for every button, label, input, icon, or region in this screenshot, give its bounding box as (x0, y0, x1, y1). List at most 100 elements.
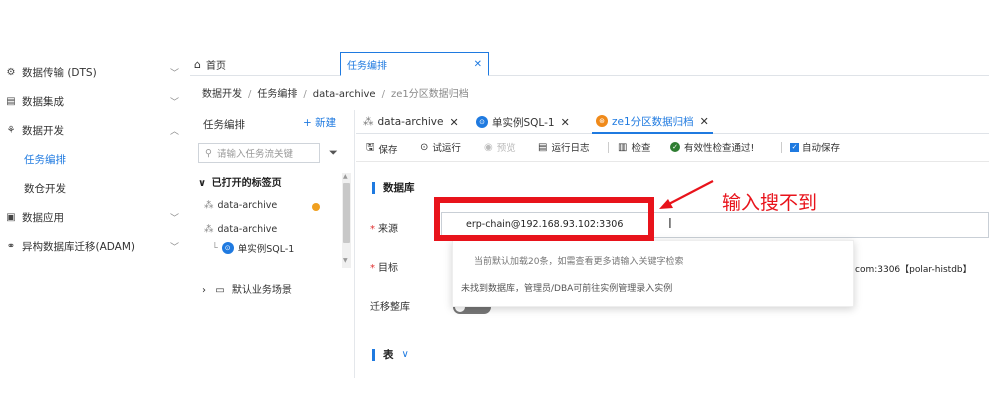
tab-home[interactable]: ⌂ 首页 (194, 52, 226, 76)
editor-tab-ze1-archive[interactable]: ⊛ ze1分区数据归档 ✕ (592, 110, 713, 134)
chevron-right-icon: › (202, 285, 206, 296)
node-label: data-archive (217, 224, 278, 235)
toolbar-divider (608, 142, 609, 153)
filter-icon[interactable]: ⏷ (329, 146, 338, 160)
migration-icon: ⚭ (6, 240, 16, 252)
checkbox-label: 自动保存 (802, 143, 841, 154)
sidebar-item-label: 数据传输 (DTS) (22, 66, 97, 79)
toolbar-divider (781, 142, 782, 153)
search-placeholder: 请输入任务流关键 (216, 149, 293, 160)
target-label: * 目标 (370, 259, 398, 274)
tab-label: ze1分区数据归档 (612, 115, 694, 128)
source-dropdown: 当前默认加载20条，如需查看更多请输入关键字检索 未找到数据库，管理员/DBA可… (452, 240, 854, 307)
breadcrumb-item[interactable]: 任务编排 (257, 89, 297, 100)
business-scene-node[interactable]: › ▭ 默认业务场景 (202, 281, 292, 296)
chevron-down-icon: ∨ (198, 178, 207, 189)
chevron-down-icon: ﹀ (170, 97, 180, 108)
tab-label: data-archive (377, 116, 444, 128)
chevron-down-icon: ﹀ (170, 68, 180, 79)
sidebar-item-label: 数据应用 (22, 211, 64, 224)
scroll-up-icon[interactable]: ▲ (343, 173, 348, 180)
required-mark: * (370, 263, 375, 274)
dropdown-empty-message: 未找到数据库，管理员/DBA可前往实例管理录入实例 (461, 284, 673, 294)
close-icon[interactable]: ✕ (474, 59, 482, 70)
sidebar-item-dts[interactable]: ⚙ 数据传输 (DTS) ﹀ (0, 58, 188, 86)
new-button[interactable]: + 新建 (303, 115, 336, 130)
preview-button[interactable]: ◉ 预览 (484, 140, 516, 155)
sidebar-item-data-app[interactable]: ▣ 数据应用 ﹀ (0, 203, 188, 231)
chevron-down-icon: ﹀ (170, 242, 180, 253)
sidebar-item-warehouse-dev[interactable]: 数仓开发 (0, 174, 188, 202)
divider (356, 161, 989, 162)
editor-tab-data-archive[interactable]: ⁂ data-archive ✕ (363, 110, 459, 134)
search-input[interactable]: ⚲ 请输入任务流关键 (198, 143, 320, 163)
button-label: 检查 (631, 143, 651, 154)
chevron-up-icon: ︿ (170, 126, 180, 137)
editor-tab-bar: ⁂ data-archive ✕ ⊙ 单实例SQL-1 ✕ ⊛ ze1分区数据归… (356, 110, 989, 134)
migrate-all-label: 迁移整库 (370, 298, 410, 313)
tree-node-data-archive[interactable]: ⁂ data-archive (204, 200, 277, 211)
source-label: * 来源 (370, 220, 398, 235)
search-icon: ⚲ (205, 147, 212, 159)
scroll-down-icon[interactable]: ▼ (343, 257, 348, 264)
close-icon[interactable]: ✕ (449, 116, 458, 129)
home-icon: ⌂ (194, 57, 201, 71)
open-tabs-section[interactable]: ∨ 已打开的标签页 (198, 174, 282, 189)
autosave-checkbox[interactable]: ✓ 自动保存 (790, 140, 840, 154)
dts-icon: ⚙ (6, 66, 16, 78)
scrollbar[interactable]: ▲ ▼ (342, 173, 351, 268)
field-label: 目标 (378, 263, 398, 274)
chevron-down-icon: ∨ (401, 349, 409, 360)
sidebar: ⚙ 数据传输 (DTS) ﹀ ▤ 数据集成 ﹀ ⚘ 数据开发 ︿ 任务编排 数仓… (0, 58, 188, 388)
section-table[interactable]: 表 ∨ (372, 347, 409, 362)
node-label: 默认业务场景 (231, 285, 292, 296)
status-dot (312, 203, 320, 211)
breadcrumb-item[interactable]: 数据开发 (202, 89, 242, 100)
sidebar-item-adam[interactable]: ⚭ 异构数据库迁移(ADAM) ﹀ (0, 232, 188, 260)
top-tab-bar: ⌂ 首页 任务编排 ✕ (190, 52, 989, 76)
workflow-icon: ⁂ (204, 224, 214, 235)
tree-node-data-archive-2[interactable]: ⁂ data-archive (204, 224, 277, 235)
breadcrumb-item[interactable]: data-archive (313, 89, 376, 100)
validity-status: ✓ 有效性检查通过! (670, 140, 754, 154)
breadcrumb: 数据开发 / 任务编排 / data-archive / ze1分区数据归档 (202, 85, 469, 100)
breadcrumb-separator: / (381, 89, 385, 100)
annotation-arrow-icon (659, 180, 714, 209)
editor-tab-sql[interactable]: ⊙ 单实例SQL-1 ✕ (476, 110, 570, 134)
sql-icon: ⊙ (476, 116, 488, 128)
section-label: 已打开的标签页 (211, 178, 282, 189)
close-icon[interactable]: ✕ (561, 116, 570, 129)
node-label: 单实例SQL-1 (237, 244, 295, 255)
check-button[interactable]: ▥ 检查 (618, 140, 651, 155)
scrollbar-thumb[interactable] (343, 183, 350, 243)
annotation-text: 输入搜不到 (722, 192, 818, 214)
app-icon: ▣ (6, 211, 16, 223)
trial-run-button[interactable]: ⊙ 试运行 (420, 140, 461, 155)
close-icon[interactable]: ✕ (700, 115, 709, 128)
field-label: 来源 (378, 224, 398, 235)
check-circle-icon: ✓ (670, 142, 680, 152)
tree-node-sql[interactable]: └ ⊙ 单实例SQL-1 (212, 241, 294, 255)
task-tree-panel: 任务编排 + 新建 ⚲ 请输入任务流关键 ⏷ ∨ 已打开的标签页 ⁂ data-… (190, 110, 355, 378)
sidebar-item-task-orchestration[interactable]: 任务编排 (0, 145, 188, 173)
tree-line: └ (212, 242, 218, 254)
tab-task-orchestration[interactable]: 任务编排 ✕ (340, 52, 489, 76)
dropdown-tip: 当前默认加载20条，如需查看更多请输入关键字检索 (474, 257, 684, 267)
save-button[interactable]: 🖫 保存 (366, 140, 398, 157)
sidebar-item-label: 数据集成 (22, 95, 64, 108)
breadcrumb-separator: / (303, 89, 307, 100)
button-label: 运行日志 (551, 143, 590, 154)
button-label: 预览 (496, 143, 516, 154)
sidebar-item-integration[interactable]: ▤ 数据集成 ﹀ (0, 87, 188, 115)
field-label: 迁移整库 (370, 302, 410, 313)
section-bar (372, 181, 375, 194)
tab-label: 首页 (205, 60, 226, 72)
section-database: 数据库 (372, 180, 415, 195)
sidebar-item-dev[interactable]: ⚘ 数据开发 ︿ (0, 116, 188, 144)
target-select-value[interactable]: com:3306【polar-histdb】 (855, 262, 972, 275)
run-log-button[interactable]: ▤ 运行日志 (538, 140, 590, 155)
tab-label: 任务编排 (347, 60, 387, 72)
check-doc-icon: ▥ (618, 141, 628, 153)
breadcrumb-current: ze1分区数据归档 (390, 89, 469, 100)
save-icon: 🖫 (366, 142, 375, 153)
